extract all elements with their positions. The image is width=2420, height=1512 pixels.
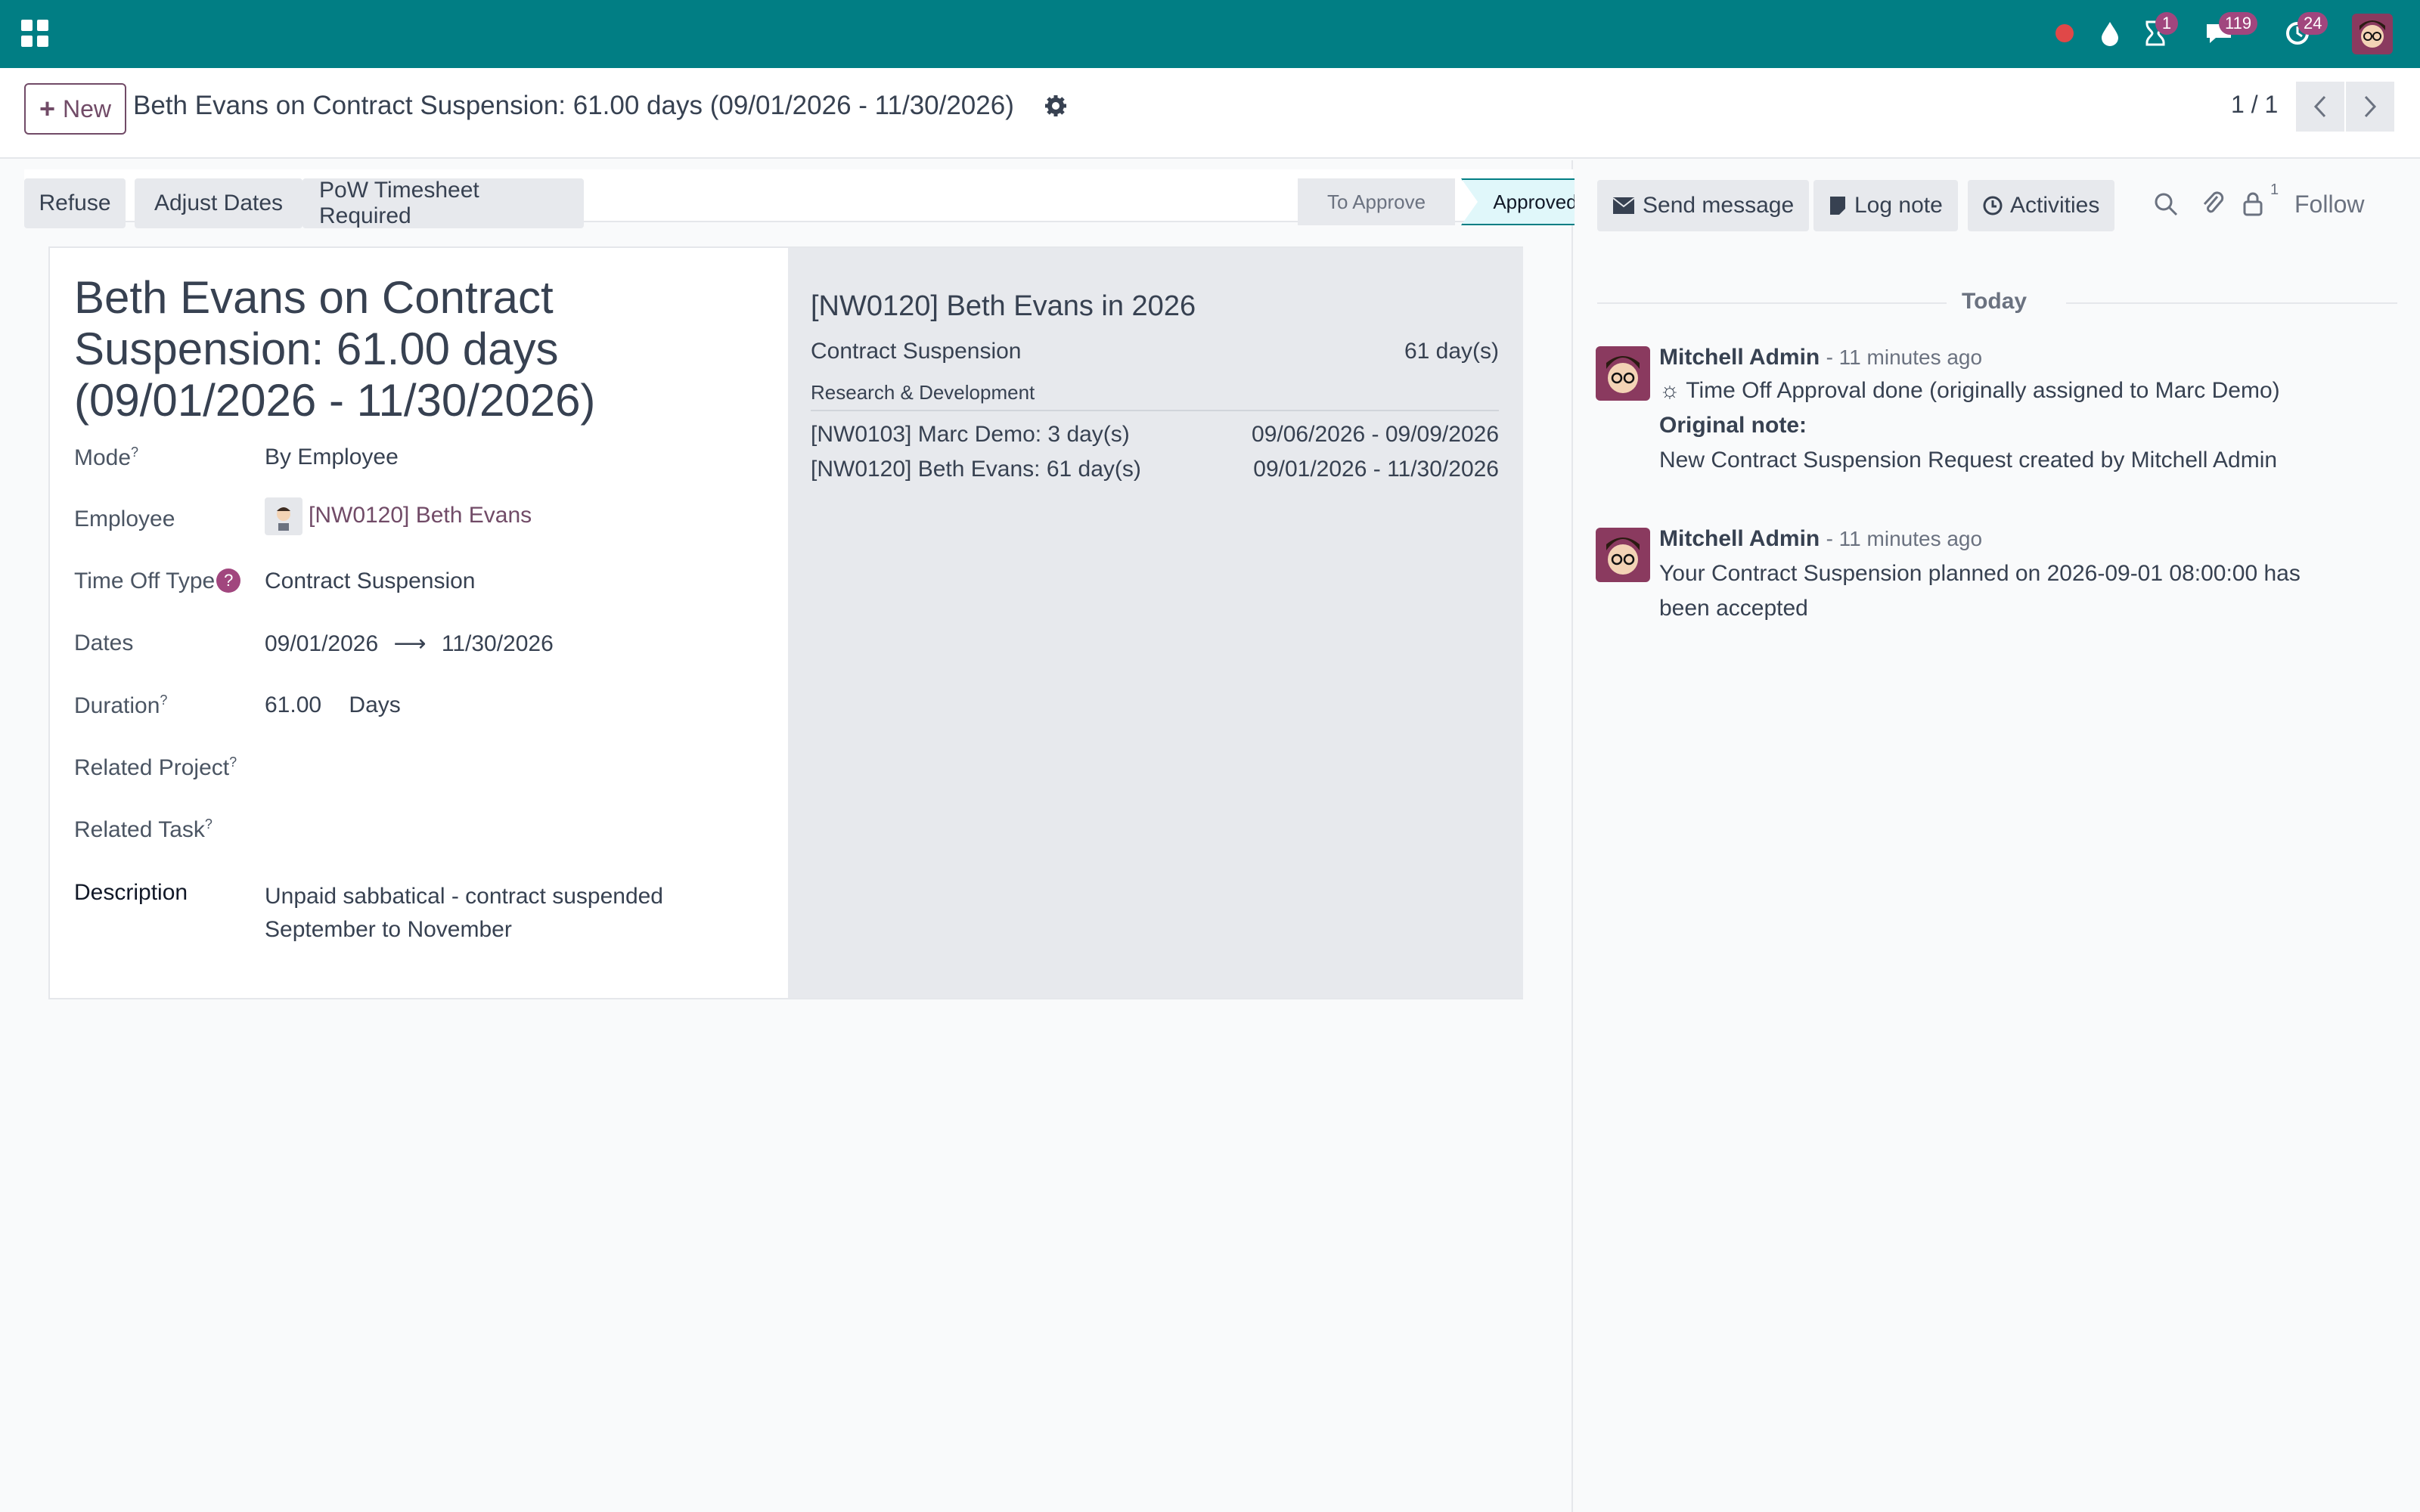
chevron-right-icon (2364, 95, 2377, 118)
today-separator: Today (1962, 289, 2028, 314)
new-button-label: New (63, 94, 112, 122)
status-bar: Refuse Adjust Dates PoW Timesheet Requir… (24, 169, 1596, 228)
new-button[interactable]: + New (24, 83, 126, 135)
apps-menu-icon[interactable] (21, 20, 48, 47)
note-icon (1830, 197, 1845, 215)
duration-label: Duration? (74, 692, 168, 718)
divider (1597, 302, 1947, 304)
employee-link[interactable]: [NW0120] Beth Evans (309, 503, 532, 528)
leave-title: Beth Evans on Contract Suspension: 61.00… (74, 272, 596, 426)
message-note-text: New Contract Suspension Request created … (1659, 448, 2278, 472)
gear-icon[interactable] (1044, 94, 1068, 118)
message-author[interactable]: Mitchell Admin - 11 minutes ago (1659, 526, 1982, 552)
send-message-button[interactable]: Send message (1597, 180, 1810, 231)
divider (2066, 302, 2397, 304)
form-sheet: Beth Evans on Contract Suspension: 61.00… (48, 246, 1523, 999)
time-off-type-label: Time Off Type? (74, 569, 241, 594)
description-label: Description (74, 880, 188, 905)
plus-icon: + (39, 93, 55, 124)
pager-previous-button[interactable] (2296, 82, 2344, 132)
message-author[interactable]: Mitchell Admin - 11 minutes ago (1659, 345, 1982, 370)
activity-done-icon: ☼ (1659, 378, 1680, 403)
summary-department: Research & Development (811, 381, 1035, 404)
follow-button[interactable]: Follow (2294, 191, 2364, 218)
chatter: Send message Log note Activities 1 Follo… (1575, 160, 2420, 1512)
paperclip-icon[interactable] (2199, 191, 2229, 221)
pow-timesheet-button[interactable]: PoW Timesheet Required (302, 178, 584, 228)
summary-type: Contract Suspension (811, 339, 1022, 364)
employee-value[interactable]: [NW0120] Beth Evans (265, 497, 532, 535)
user-avatar[interactable] (2352, 14, 2393, 54)
summary-type-row: Contract Suspension 61 day(s) (811, 339, 1499, 364)
help-icon[interactable]: ? (216, 569, 241, 593)
form-view: Refuse Adjust Dates PoW Timesheet Requir… (0, 160, 1596, 1512)
top-navbar: 1 119 24 (0, 0, 2420, 68)
message-note-label: Original note: (1659, 413, 1807, 438)
related-task-label: Related Task? (74, 816, 213, 842)
date-from[interactable]: 09/01/2026 (265, 631, 378, 656)
search-icon[interactable] (2152, 191, 2183, 221)
messages-icon[interactable]: 119 (2202, 12, 2258, 50)
employee-label: Employee (74, 507, 175, 531)
record-icon[interactable] (2048, 17, 2081, 50)
summary-row: [NW0103] Marc Demo: 3 day(s) 09/06/2026 … (811, 422, 1499, 447)
updates-badge: 24 (2297, 12, 2328, 35)
time-off-type-value[interactable]: Contract Suspension (265, 569, 476, 594)
duration-number[interactable]: 61.00 (265, 692, 321, 717)
breadcrumb-title: Beth Evans on Contract Suspension: 61.00… (133, 91, 1014, 120)
summary-row: [NW0120] Beth Evans: 61 day(s) 09/01/202… (811, 457, 1499, 482)
stage-to-approve[interactable]: To Approve (1298, 178, 1455, 225)
duration-value[interactable]: 61.00 Days (265, 692, 401, 718)
date-to[interactable]: 11/30/2026 (442, 631, 554, 656)
droplet-icon[interactable] (2093, 17, 2127, 50)
control-panel: + New Beth Evans on Contract Suspension:… (0, 68, 2420, 159)
mode-value[interactable]: By Employee (265, 445, 399, 470)
employee-avatar (265, 497, 302, 535)
refuse-button[interactable]: Refuse (24, 178, 126, 228)
follower-lock-icon[interactable] (2242, 191, 2272, 221)
envelope-icon (1612, 197, 1635, 214)
adjust-dates-button[interactable]: Adjust Dates (135, 178, 302, 228)
description-value[interactable]: Unpaid sabbatical - contract suspended S… (265, 880, 663, 947)
chevron-left-icon (2313, 95, 2326, 118)
author-avatar[interactable] (1596, 528, 1650, 582)
clock-icon (1983, 196, 2003, 215)
description-line: September to November (265, 917, 512, 942)
summary-type-days: 61 day(s) (1404, 339, 1499, 364)
author-avatar[interactable] (1596, 346, 1650, 401)
activities-icon[interactable]: 1 (2139, 12, 2178, 50)
updates-icon[interactable]: 24 (2281, 12, 2328, 50)
follower-count: 1 (2270, 181, 2279, 198)
pager-value[interactable]: 1 / 1 (2231, 91, 2278, 119)
activities-badge: 1 (2155, 12, 2178, 35)
dates-value[interactable]: 09/01/2026 ⟶ 11/30/2026 (265, 631, 554, 657)
mode-label: Mode? (74, 445, 139, 470)
messages-badge: 119 (2219, 12, 2258, 35)
message-body: ☼ Time Off Approval done (originally ass… (1659, 378, 2280, 403)
message-body: Your Contract Suspension planned on 2026… (1659, 561, 2301, 586)
duration-unit: Days (349, 692, 401, 717)
summary-title: [NW0120] Beth Evans in 2026 (811, 290, 1196, 322)
arrow-right-icon: ⟶ (393, 631, 427, 656)
message-time: - 11 minutes ago (1826, 345, 1983, 369)
message-body: been accepted (1659, 596, 1808, 621)
message-time: - 11 minutes ago (1826, 527, 1983, 550)
allocation-summary-panel: [NW0120] Beth Evans in 2026 Contract Sus… (788, 248, 1523, 998)
log-note-button[interactable]: Log note (1813, 180, 1958, 231)
summary-divider (811, 410, 1499, 411)
dates-label: Dates (74, 631, 134, 655)
related-project-label: Related Project? (74, 754, 237, 780)
pager-next-button[interactable] (2346, 82, 2394, 132)
description-line: Unpaid sabbatical - contract suspended (265, 884, 663, 909)
activities-button[interactable]: Activities (1968, 180, 2115, 231)
